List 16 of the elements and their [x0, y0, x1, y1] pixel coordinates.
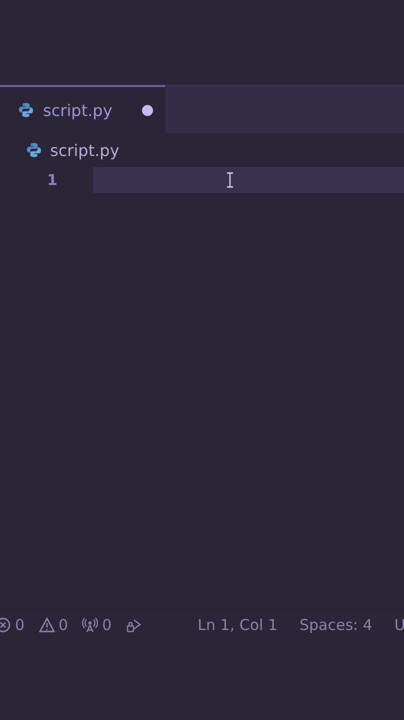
status-item[interactable]: 0 [38, 616, 68, 634]
breadcrumb-item[interactable]: script.py [50, 140, 120, 160]
status-item[interactable]: Ln 1, Col 1 [198, 616, 278, 634]
status-item[interactable]: Spaces: 4 [299, 616, 372, 634]
status-item[interactable]: U [394, 616, 404, 634]
text-cursor-icon [225, 172, 235, 188]
status-item[interactable]: 0 [0, 616, 25, 634]
unsaved-dot [142, 104, 153, 116]
status-item[interactable]: 0 [82, 616, 112, 634]
editor-tab[interactable]: script.py [0, 85, 165, 133]
line-number: 1 [46, 171, 58, 189]
share-icon [126, 617, 142, 633]
python-icon [18, 102, 34, 118]
python-icon [26, 142, 42, 158]
warning-icon [38, 617, 55, 633]
broadcast-icon [82, 617, 98, 633]
